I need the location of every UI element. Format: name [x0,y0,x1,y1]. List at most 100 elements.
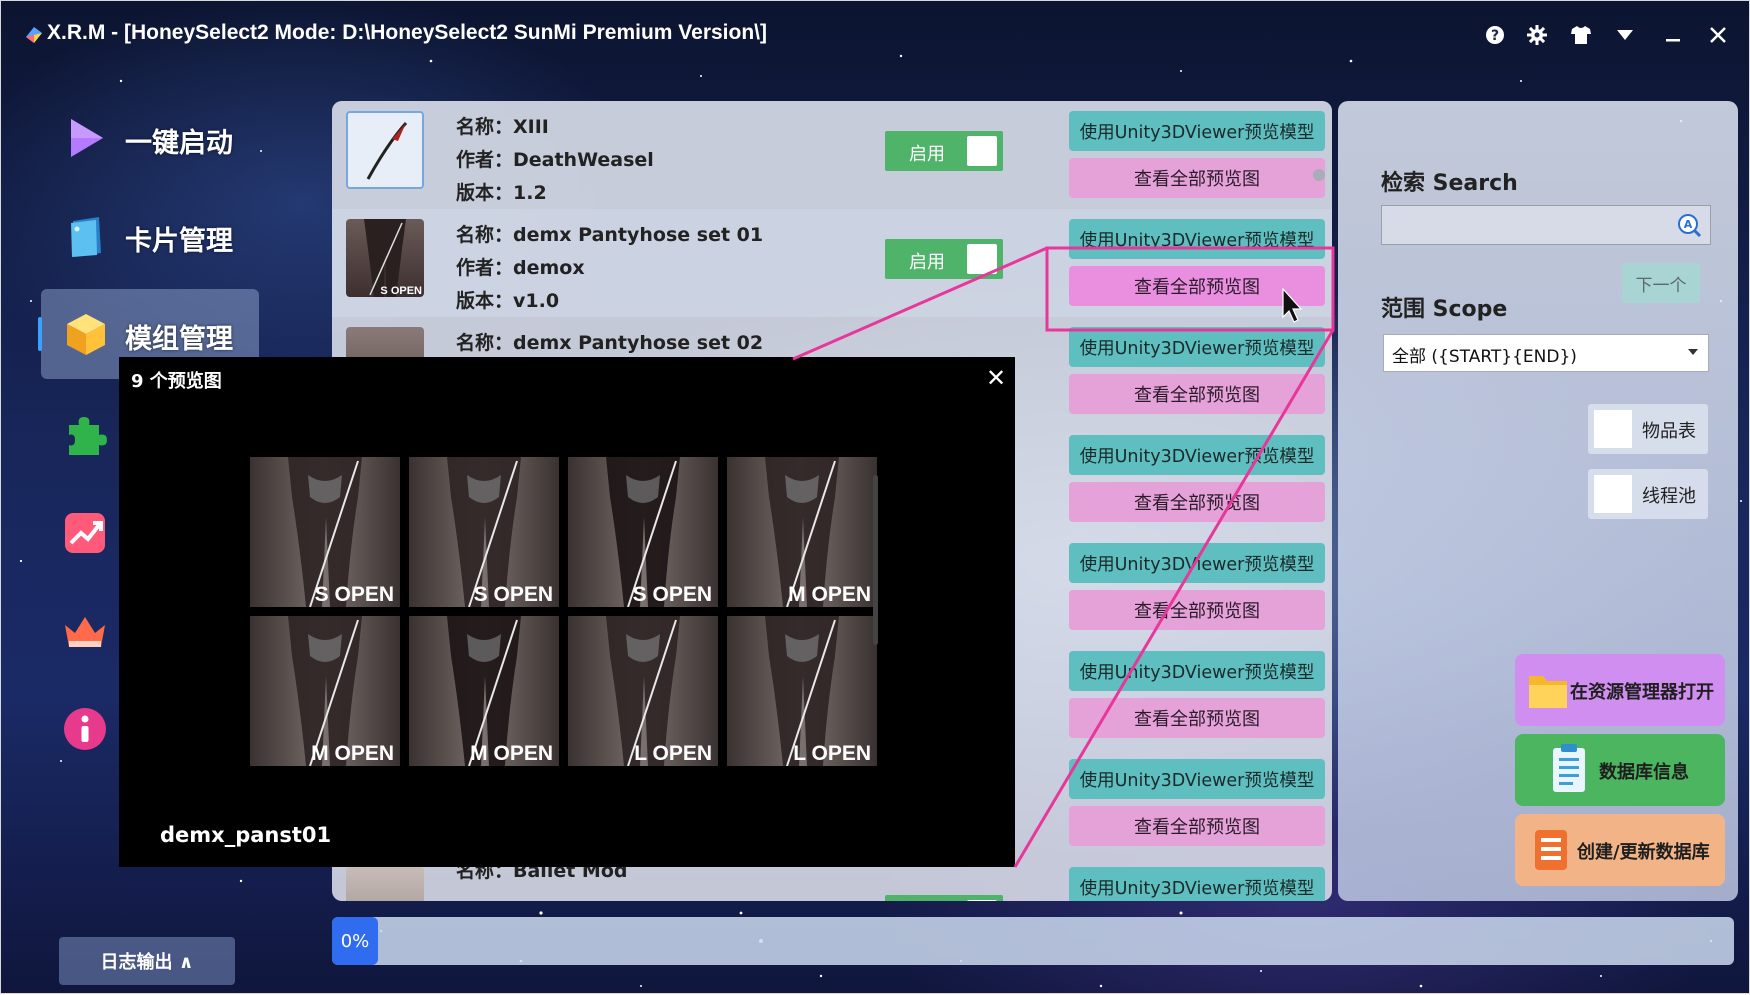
unity-preview-button[interactable]: 使用Unity3DViewer预览模型 [1069,327,1325,367]
search-icon[interactable]: A [1676,212,1702,238]
mod-info: 名称：demx Pantyhose set 02 [456,327,763,360]
sidebar-item-cards[interactable]: 卡片管理 [41,191,259,281]
toggle-knob [967,244,997,274]
window-title: X.R.M - [HoneySelect2 Mode: D:\HoneySele… [47,21,767,44]
unity-preview-button[interactable]: 使用Unity3DViewer预览模型 [1069,111,1325,151]
scrollbar-thumb[interactable] [1313,169,1325,181]
sidebar-item-label: 一键启动 [125,128,233,159]
help-icon[interactable]: ? [1481,21,1509,49]
dropdown-icon[interactable] [1611,21,1639,49]
checkbox-box[interactable] [1594,410,1632,448]
checkbox-label: 线程池 [1642,486,1696,507]
mod-thumbnail [346,867,424,901]
checkbox-thread-pool[interactable]: 线程池 [1588,469,1708,519]
preview-image-label: M OPEN [311,742,394,765]
preview-image-label: M OPEN [788,583,871,606]
database-info-button[interactable]: 数据库信息 [1515,734,1725,806]
scope-label: 范围 Scope [1381,297,1508,322]
mod-name: 名称：XIII [456,116,549,138]
mod-name: 名称：demx Pantyhose set 01 [456,224,764,246]
preview-image-label: L OPEN [793,742,871,765]
checkbox-label: 物品表 [1642,421,1696,442]
database-icon [1535,830,1567,870]
toggle-label: 启用 [909,252,945,273]
mod-version: 版本：1.2 [456,182,547,204]
mod-info: 名称：demx Pantyhose set 01 作者：demox 版本：v1.… [456,219,763,318]
svg-text:?: ? [1491,28,1499,44]
close-icon[interactable] [1704,21,1732,49]
puzzle-icon[interactable] [61,411,109,459]
sidebar-item-label: 模组管理 [125,324,233,355]
box-icon [67,314,105,355]
preview-image[interactable]: S OPEN [250,457,400,607]
preview-scrollbar[interactable] [873,475,878,645]
preview-title: 9 个预览图 [131,371,222,392]
preview-image[interactable]: M OPEN [250,616,400,766]
title-bar: X.R.M - [HoneySelect2 Mode: D:\HoneySele… [1,1,1750,71]
mod-row[interactable]: S OPEN 名称：demx Pantyhose set 01 作者：demox… [332,209,1332,317]
next-button[interactable]: 下一个 [1622,263,1700,303]
create-update-database-button[interactable]: 创建/更新数据库 [1515,814,1725,886]
preview-image-label: S OPEN [473,583,553,606]
preview-image-label: M OPEN [470,742,553,765]
preview-grid: S OPEN S OPEN S OPEN M OPEN M OPEN M OPEN L OP… [250,457,880,766]
view-all-previews-button[interactable]: 查看全部预览图 [1069,266,1325,306]
view-all-previews-button[interactable]: 查看全部预览图 [1069,806,1325,846]
enable-toggle[interactable] [885,895,1003,901]
mod-thumbnail: S OPEN [346,219,424,297]
view-all-previews-button[interactable]: 查看全部预览图 [1069,158,1325,198]
minimize-icon[interactable] [1659,21,1687,49]
unity-preview-button[interactable]: 使用Unity3DViewer预览模型 [1069,219,1325,259]
view-all-previews-button[interactable]: 查看全部预览图 [1069,482,1325,522]
search-input[interactable] [1381,205,1711,245]
mod-name: 名称：demx Pantyhose set 02 [456,332,764,354]
scope-selected-value: 全部 ({START}{END}) [1392,347,1577,367]
enable-toggle[interactable]: 启用 [885,131,1003,171]
feather-icon [366,121,408,180]
preview-mod-name: demx_panst01 [160,823,332,847]
crown-icon[interactable] [61,607,109,655]
view-all-previews-button[interactable]: 查看全部预览图 [1069,590,1325,630]
action-label: 数据库信息 [1599,762,1689,783]
preview-image[interactable]: L OPEN [727,616,877,766]
gear-icon[interactable] [1523,21,1551,49]
play-icon [71,119,103,157]
unity-preview-button[interactable]: 使用Unity3DViewer预览模型 [1069,435,1325,475]
unity-preview-button[interactable]: 使用Unity3DViewer预览模型 [1069,651,1325,691]
svg-text:A: A [1684,218,1693,231]
mod-info: 名称：XIII 作者：DeathWeasel 版本：1.2 [456,111,654,210]
open-in-explorer-button[interactable]: 在资源管理器打开 [1515,654,1725,726]
scope-select[interactable]: 全部 ({START}{END}) [1383,334,1709,372]
preview-image[interactable]: L OPEN [568,616,718,766]
info-icon[interactable] [61,705,109,753]
preview-image[interactable]: S OPEN [409,457,559,607]
checkbox-box[interactable] [1594,475,1632,513]
card-icon [71,217,101,257]
close-icon[interactable]: ✕ [981,363,1011,393]
preview-image[interactable]: S OPEN [568,457,718,607]
enable-toggle[interactable]: 启用 [885,239,1003,279]
folder-icon [1529,676,1567,708]
preview-image[interactable]: M OPEN [409,616,559,766]
view-all-previews-button[interactable]: 查看全部预览图 [1069,698,1325,738]
progress-bar: 0% [332,917,1734,965]
log-output-button[interactable]: 日志输出 ∧ [59,937,235,985]
chart-trend-icon[interactable] [61,509,109,557]
unity-preview-button[interactable]: 使用Unity3DViewer预览模型 [1069,867,1325,901]
preview-image-label: S OPEN [632,583,712,606]
checkbox-item-table[interactable]: 物品表 [1588,404,1708,454]
thumb-label: S OPEN [380,285,422,297]
mod-row[interactable]: 名称：XIII 作者：DeathWeasel 版本：1.2 启用 使用Unity… [332,101,1332,209]
action-label: 创建/更新数据库 [1577,842,1710,863]
unity-preview-button[interactable]: 使用Unity3DViewer预览模型 [1069,759,1325,799]
action-label: 在资源管理器打开 [1570,682,1714,703]
preview-dialog: 9 个预览图 ✕ S OPEN S OPEN S OPEN M OPEN M OPEN M… [119,357,1015,867]
unity-preview-button[interactable]: 使用Unity3DViewer预览模型 [1069,543,1325,583]
sidebar-item-launch[interactable]: 一键启动 [41,93,259,183]
view-all-previews-button[interactable]: 查看全部预览图 [1069,374,1325,414]
app-logo-icon [26,27,42,43]
shirt-icon[interactable] [1567,21,1595,49]
app-window: X.R.M - [HoneySelect2 Mode: D:\HoneySele… [0,0,1750,994]
preview-image-label: L OPEN [634,742,712,765]
preview-image[interactable]: M OPEN [727,457,877,607]
